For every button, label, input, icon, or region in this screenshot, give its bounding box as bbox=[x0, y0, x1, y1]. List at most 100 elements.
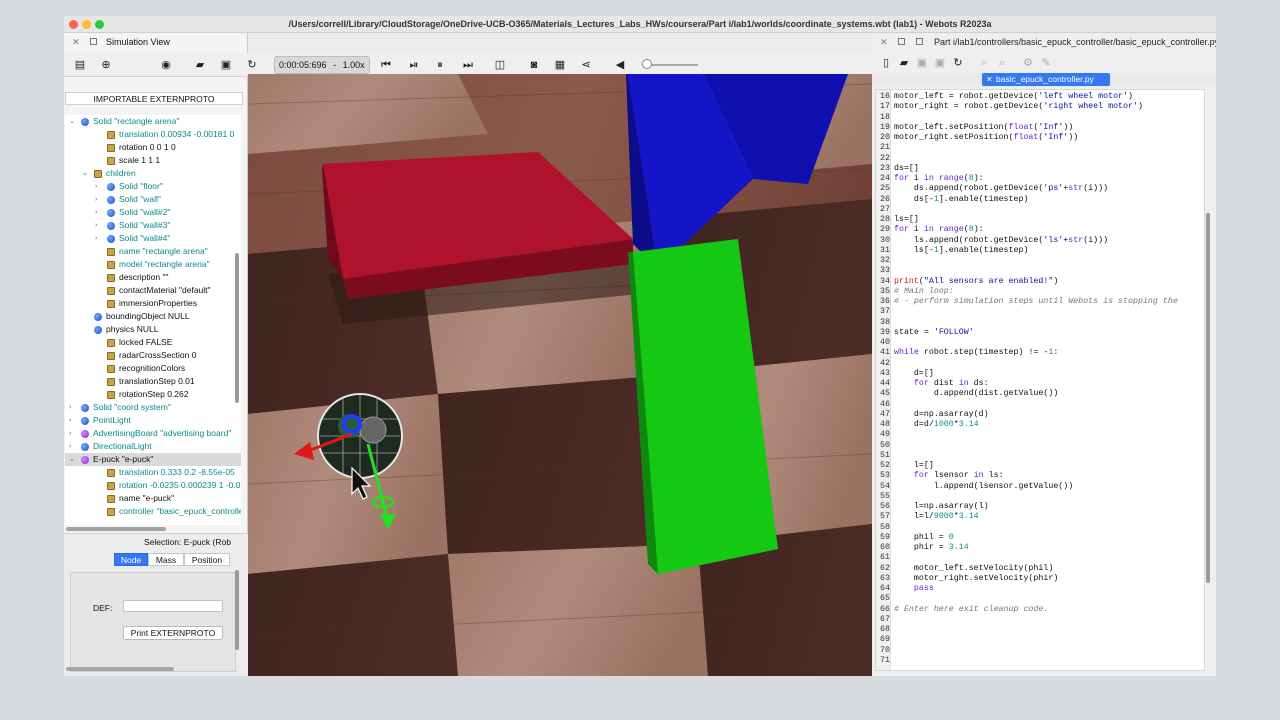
editor-tab[interactable]: ✕ basic_epuck_controller.py bbox=[982, 73, 1110, 86]
code-line[interactable]: ls[-1].enable(timestep) bbox=[894, 246, 1029, 255]
code-line[interactable]: ds[-1].enable(timestep) bbox=[894, 195, 1029, 204]
code-line[interactable]: for lsensor in ls: bbox=[894, 471, 1004, 480]
code-line[interactable]: motor_left = robot.getDevice('left wheel… bbox=[894, 92, 1133, 101]
tab-position[interactable]: Position bbox=[184, 553, 230, 566]
scene-tree-row[interactable]: ⌄ E-puck "e-puck" bbox=[65, 453, 241, 466]
volume-slider-knob[interactable] bbox=[642, 59, 652, 69]
scene-tree-row[interactable]: › Solid "wall" bbox=[65, 193, 241, 206]
scene-tree-row[interactable]: › PointLight bbox=[65, 414, 241, 427]
scene-tree-row[interactable]: recognitionColors bbox=[65, 362, 241, 375]
save-as-icon[interactable]: ▣ bbox=[932, 55, 948, 71]
expand-chevron-icon[interactable]: › bbox=[69, 414, 77, 427]
replace-icon[interactable]: ⌕ bbox=[994, 55, 1010, 71]
code-line[interactable]: # - perform simulation steps until Webot… bbox=[894, 297, 1178, 306]
scene-tree-row[interactable]: immersionProperties bbox=[65, 297, 241, 310]
scene-tree-row[interactable]: › Solid "coord system" bbox=[65, 401, 241, 414]
scene-tree-row[interactable]: › DirectionalLight bbox=[65, 440, 241, 453]
add-node-icon[interactable]: ⊕ bbox=[98, 57, 114, 73]
importable-externproto-header[interactable]: IMPORTABLE EXTERNPROTO bbox=[65, 92, 243, 105]
record-movie-icon[interactable]: ▦ bbox=[552, 57, 568, 73]
new-file-icon[interactable]: ▯ bbox=[878, 55, 894, 71]
scene-tree-row[interactable]: physics NULL bbox=[65, 323, 241, 336]
reload-world-icon[interactable]: ↻ bbox=[244, 57, 260, 73]
expand-chevron-icon[interactable]: › bbox=[69, 427, 77, 440]
float-dock-icon[interactable] bbox=[898, 38, 905, 45]
collapse-chevron-icon[interactable]: ⌄ bbox=[82, 167, 90, 180]
selection-panel-scrollbar[interactable] bbox=[235, 570, 239, 650]
code-line[interactable]: d=np.asarray(d) bbox=[894, 410, 989, 419]
code-line[interactable]: state = 'FOLLOW' bbox=[894, 328, 974, 337]
scene-tree-row[interactable]: ⌄ children bbox=[65, 167, 241, 180]
screenshot-camera-icon[interactable]: ◙ bbox=[526, 57, 542, 73]
print-externproto-button[interactable]: Print EXTERNPROTO bbox=[123, 626, 223, 640]
open-world-icon[interactable]: ▰ bbox=[192, 57, 208, 73]
scene-tree-scrollbar[interactable] bbox=[235, 253, 239, 403]
collapse-chevron-icon[interactable]: ⌄ bbox=[69, 453, 77, 466]
fast-forward-icon[interactable]: ⏭ bbox=[460, 57, 476, 73]
close-icon[interactable]: ✕ bbox=[880, 37, 888, 48]
expand-chevron-icon[interactable]: › bbox=[95, 206, 103, 219]
code-line[interactable]: # Main loop: bbox=[894, 287, 954, 296]
clean-icon[interactable]: ✎ bbox=[1038, 55, 1054, 71]
toggle-scene-tree-icon[interactable]: ▤ bbox=[72, 57, 88, 73]
find-icon[interactable]: ⌕ bbox=[976, 55, 992, 71]
tab-mass[interactable]: Mass bbox=[148, 553, 184, 566]
code-line[interactable]: motor_left.setVelocity(phil) bbox=[894, 564, 1053, 573]
scene-tree-row[interactable]: rotation -0.0235 0.000239 1 -0.0 bbox=[65, 479, 241, 492]
code-line[interactable]: d.append(dist.getValue()) bbox=[894, 389, 1058, 398]
close-icon[interactable]: ✕ bbox=[72, 37, 80, 48]
scene-tree-row[interactable]: › Solid "wall#2" bbox=[65, 206, 241, 219]
scene-tree-row[interactable]: › Solid "wall#4" bbox=[65, 232, 241, 245]
save-world-icon[interactable]: ▣ bbox=[218, 57, 234, 73]
expand-chevron-icon[interactable]: › bbox=[95, 180, 103, 193]
volume-icon[interactable]: ◀ bbox=[612, 57, 628, 73]
scene-tree-row[interactable]: controller "basic_epuck_controlle bbox=[65, 505, 241, 518]
step-icon[interactable]: ⏯ bbox=[406, 57, 422, 73]
code-line[interactable]: l=[] bbox=[894, 461, 934, 470]
scene-tree-row[interactable]: contactMaterial "default" bbox=[65, 284, 241, 297]
code-line[interactable]: for dist in ds: bbox=[894, 379, 989, 388]
code-line[interactable]: phir = 3.14 bbox=[894, 543, 969, 552]
scene-tree-row[interactable]: radarCrossSection 0 bbox=[65, 349, 241, 362]
scene-tree-hscrollbar[interactable] bbox=[66, 527, 166, 531]
code-line[interactable]: l.append(lsensor.getValue()) bbox=[894, 482, 1073, 491]
scene-tree-row[interactable]: name "rectangle arena" bbox=[65, 245, 241, 258]
scene-tree-row[interactable]: ⌄ Solid "rectangle arena" bbox=[65, 115, 241, 128]
e-puck-robot[interactable] bbox=[317, 393, 403, 479]
open-file-icon[interactable]: ▰ bbox=[896, 55, 912, 71]
scene-tree-row[interactable]: › AdvertisingBoard "advertising board" bbox=[65, 427, 241, 440]
scene-tree-row[interactable]: translationStep 0.01 bbox=[65, 375, 241, 388]
scene-tree-row[interactable]: name "e-puck" bbox=[65, 492, 241, 505]
expand-chevron-icon[interactable]: › bbox=[95, 193, 103, 206]
scene-tree-row[interactable]: boundingObject NULL bbox=[65, 310, 241, 323]
view-eye-icon[interactable]: ◉ bbox=[158, 57, 174, 73]
maximize-icon[interactable] bbox=[916, 38, 923, 45]
scene-tree-row[interactable]: locked FALSE bbox=[65, 336, 241, 349]
code-line[interactable]: ls.append(robot.getDevice('ls'+str(i))) bbox=[894, 236, 1108, 245]
scene-tree-row[interactable]: translation 0.00934 -0.00181 0 bbox=[65, 128, 241, 141]
code-line[interactable]: d=d/1000*3.14 bbox=[894, 420, 979, 429]
scene-tree-row[interactable]: translation 0.333 0.2 -8.55e-05 bbox=[65, 466, 241, 479]
code-line[interactable]: ls=[] bbox=[894, 215, 919, 224]
code-line[interactable]: l=np.asarray(l) bbox=[894, 502, 989, 511]
code-line[interactable]: motor_right = robot.getDevice('right whe… bbox=[894, 102, 1143, 111]
build-gear-icon[interactable]: ⚙ bbox=[1020, 55, 1036, 71]
code-line[interactable]: motor_right.setVelocity(phir) bbox=[894, 574, 1058, 583]
code-line[interactable]: print("All sensors are enabled!") bbox=[894, 277, 1058, 286]
expand-chevron-icon[interactable]: › bbox=[69, 401, 77, 414]
share-icon[interactable]: ⋖ bbox=[578, 57, 594, 73]
code-line[interactable]: for i in range(8): bbox=[894, 225, 984, 234]
def-input[interactable] bbox=[123, 600, 223, 612]
selection-panel-hscrollbar[interactable] bbox=[66, 667, 174, 671]
scene-tree-row[interactable]: model "rectangle arena" bbox=[65, 258, 241, 271]
float-dock-icon[interactable] bbox=[90, 38, 97, 45]
save-file-icon[interactable]: ▣ bbox=[914, 55, 930, 71]
reload-file-icon[interactable]: ↻ bbox=[950, 55, 966, 71]
code-line[interactable]: phil = 0 bbox=[894, 533, 954, 542]
code-line[interactable]: ds.append(robot.getDevice('ps'+str(i))) bbox=[894, 184, 1108, 193]
scene-tree-row[interactable]: rotation 0 0 1 0 bbox=[65, 141, 241, 154]
code-vscrollbar[interactable] bbox=[1206, 213, 1210, 583]
code-editor[interactable]: 16 17 18 19 20 21 22 23 24 25 26 27 28 29 30 31 32 33 34 35… bbox=[875, 89, 1205, 671]
code-line[interactable]: for i in range(8): bbox=[894, 174, 984, 183]
scene-tree-row[interactable]: › Solid "floor" bbox=[65, 180, 241, 193]
